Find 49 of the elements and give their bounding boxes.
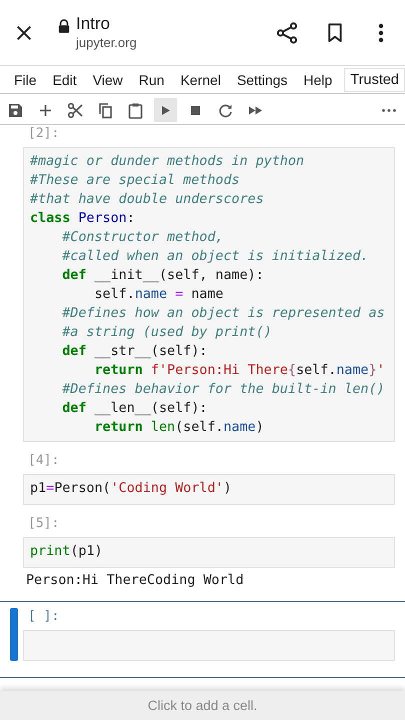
code-line: #These are special methods xyxy=(30,172,241,190)
restart-icon xyxy=(217,102,234,118)
code-input[interactable]: p1=Person('Coding World') xyxy=(23,474,395,505)
code-line: def __str__(self): xyxy=(61,343,208,361)
page-url: jupyter.org xyxy=(76,34,137,51)
code-line: def __len__(self): xyxy=(61,400,208,418)
menu-item[interactable]: View xyxy=(86,72,129,88)
code-line: #Defines how an object is represented as xyxy=(61,305,386,323)
code-line: #Defines behavior for the built-in len() xyxy=(61,381,386,399)
code-line: #Constructor method, xyxy=(61,229,224,247)
menu-item[interactable]: File xyxy=(8,72,43,88)
menu-item[interactable]: Settings xyxy=(230,72,294,88)
code-input[interactable]: print(p1) xyxy=(23,537,395,568)
code-line: self.name = name xyxy=(93,286,224,304)
code-line: p1=Person('Coding World') xyxy=(30,480,233,498)
code-line: return f'Person:Hi There{self.name}' xyxy=(93,362,386,380)
clipboard-icon xyxy=(127,102,144,118)
menu-item[interactable]: Run xyxy=(132,72,170,88)
share-icon[interactable] xyxy=(276,22,298,44)
cell-output: Person:Hi ThereCoding World xyxy=(25,572,245,590)
cell-prompt: [2]: xyxy=(27,125,60,143)
cell-prompt: [5]: xyxy=(27,515,60,533)
bookmark-icon[interactable] xyxy=(327,22,343,42)
cell-prompt: [4]: xyxy=(27,452,60,470)
trusted-indicator: Trusted xyxy=(344,68,405,92)
code-line: class Person: xyxy=(30,210,136,228)
code-input[interactable] xyxy=(23,630,395,661)
scissors-icon xyxy=(67,102,84,118)
menu-item[interactable]: Kernel xyxy=(174,72,227,88)
code-line: print(p1) xyxy=(30,543,104,561)
code-line: #that have double underscores xyxy=(30,191,265,209)
page-title: Intro xyxy=(76,14,112,34)
lock-icon xyxy=(58,19,70,34)
code-input[interactable] xyxy=(23,147,395,442)
cell-prompt: [ ]: xyxy=(27,608,60,626)
more-icon[interactable] xyxy=(378,22,384,42)
code-line: #a string (used by print() xyxy=(61,324,273,342)
save-icon xyxy=(7,102,24,118)
code-line: return len(self.name) xyxy=(93,419,265,437)
active-cell-bar xyxy=(10,608,18,661)
play-button[interactable] xyxy=(154,98,177,122)
copy-icon xyxy=(97,102,114,118)
code-line: #magic or dunder methods in python xyxy=(30,153,306,171)
more-icon xyxy=(382,108,396,112)
menu-item[interactable]: Edit xyxy=(46,72,83,88)
close-icon[interactable] xyxy=(15,24,33,42)
code-line: #called when an object is initialized. xyxy=(61,248,370,266)
code-line: def __init__(self, name): xyxy=(61,267,265,285)
menu-item[interactable]: Help xyxy=(298,72,338,88)
